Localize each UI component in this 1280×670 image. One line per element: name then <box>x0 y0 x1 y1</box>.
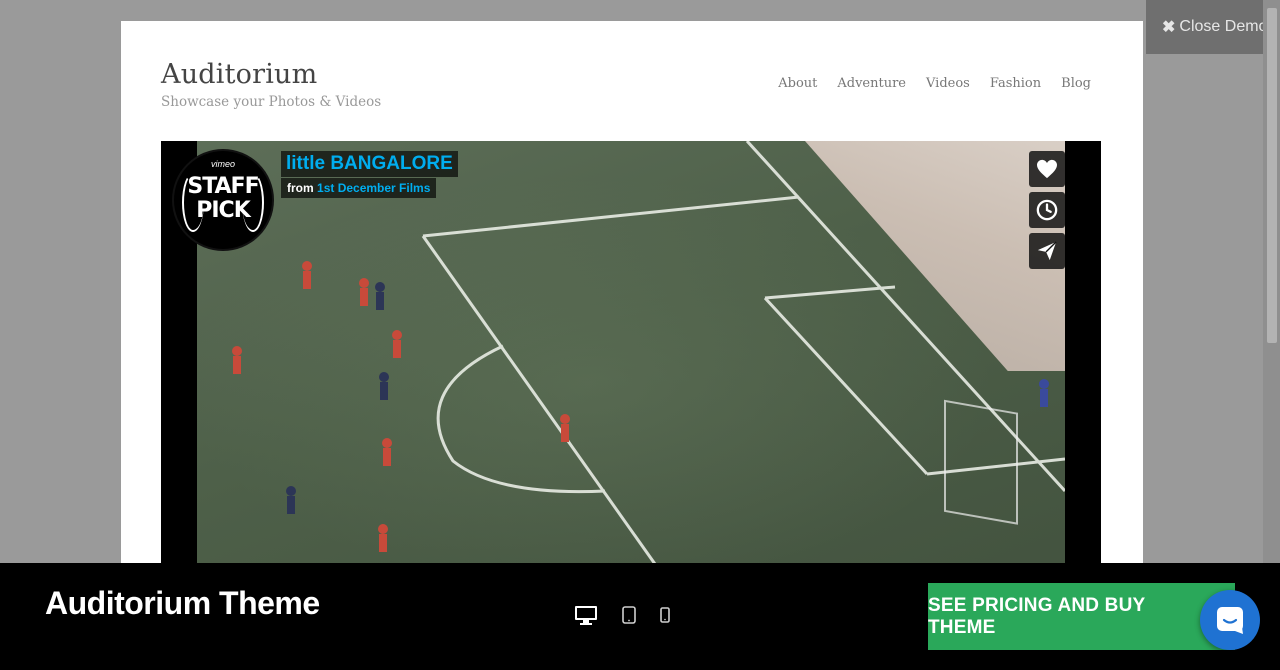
chat-launcher-button[interactable] <box>1200 590 1260 650</box>
watch-later-button[interactable] <box>1029 192 1065 228</box>
main-nav: About Adventure Videos Fashion Blog <box>778 76 1091 91</box>
like-button[interactable] <box>1029 151 1065 187</box>
theme-preview: Auditorium Showcase your Photos & Videos… <box>121 21 1143 581</box>
byline-author-link[interactable]: 1st December Films <box>317 181 430 195</box>
device-switcher <box>574 605 670 625</box>
paper-plane-icon <box>1037 241 1057 261</box>
mobile-icon <box>660 607 670 623</box>
vimeo-wordmark: vimeo <box>210 159 235 169</box>
staff-pick-line2: PICK <box>196 198 251 223</box>
theme-name: Auditorium Theme <box>45 585 320 621</box>
clock-icon <box>1036 199 1058 221</box>
nav-item-blog[interactable]: Blog <box>1061 76 1091 91</box>
site-tagline: Showcase your Photos & Videos <box>161 94 382 110</box>
heart-icon <box>1037 159 1057 179</box>
staff-pick-line1: STAFF <box>187 174 259 199</box>
staff-pick-text: STAFF PICK <box>174 175 272 223</box>
video-byline: from 1st December Films <box>281 178 437 198</box>
tablet-view-button[interactable] <box>622 606 636 624</box>
page-scrollbar[interactable] <box>1263 0 1280 563</box>
nav-item-about[interactable]: About <box>778 76 817 91</box>
chat-icon <box>1217 607 1243 634</box>
buy-theme-button[interactable]: SEE PRICING AND BUY THEME <box>928 583 1235 650</box>
desktop-view-button[interactable] <box>574 605 598 625</box>
tablet-icon <box>622 606 636 624</box>
nav-item-videos[interactable]: Videos <box>926 76 970 91</box>
video-player[interactable]: vimeo STAFF PICK little BANGALORE from 1… <box>161 141 1101 581</box>
video-frame <box>197 141 1065 581</box>
nav-item-adventure[interactable]: Adventure <box>837 76 906 91</box>
site-title[interactable]: Auditorium <box>161 59 317 90</box>
close-demo-button[interactable]: ✖ Close Demo <box>1146 0 1280 54</box>
nav-item-fashion[interactable]: Fashion <box>990 76 1041 91</box>
pitch-lines <box>232 141 1065 581</box>
video-actions <box>1029 151 1065 269</box>
byline-prefix: from <box>287 181 314 195</box>
demo-bottom-bar: Auditorium Theme SEE PRICING AND BUY THE… <box>0 563 1280 670</box>
desktop-icon <box>575 606 597 625</box>
close-icon: ✖ <box>1162 19 1176 36</box>
close-demo-label: Close Demo <box>1179 18 1268 35</box>
staff-pick-badge[interactable]: vimeo STAFF PICK <box>174 151 272 249</box>
video-title[interactable]: little BANGALORE <box>281 151 458 177</box>
share-button[interactable] <box>1029 233 1065 269</box>
scrollbar-thumb[interactable] <box>1267 8 1277 343</box>
mobile-view-button[interactable] <box>660 607 670 623</box>
